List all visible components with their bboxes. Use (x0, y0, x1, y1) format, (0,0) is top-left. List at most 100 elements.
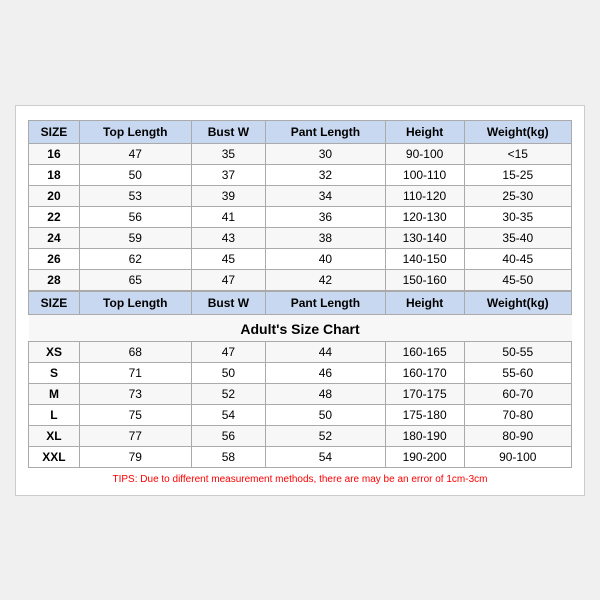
table-cell: 18 (29, 164, 80, 185)
table-cell: 170-175 (385, 383, 464, 404)
table-cell: 60-70 (464, 383, 571, 404)
table-row: XS684744160-16550-55 (29, 341, 572, 362)
children-size-table: SIZE Top Length Bust W Pant Length Heigh… (28, 120, 572, 291)
table-row: XXL795854190-20090-100 (29, 446, 572, 467)
table-cell: 90-100 (385, 143, 464, 164)
table-cell: 52 (191, 383, 266, 404)
children-col-pant-length: Pant Length (266, 120, 386, 143)
table-cell: 180-190 (385, 425, 464, 446)
table-cell: 45 (191, 248, 266, 269)
table-cell: XXL (29, 446, 80, 467)
table-cell: 47 (79, 143, 191, 164)
table-cell: 41 (191, 206, 266, 227)
table-row: 18503732100-11015-25 (29, 164, 572, 185)
table-row: L755450175-18070-80 (29, 404, 572, 425)
table-cell: 71 (79, 362, 191, 383)
table-cell: 54 (191, 404, 266, 425)
table-cell: 50-55 (464, 341, 571, 362)
table-cell: 75 (79, 404, 191, 425)
chart-container: SIZE Top Length Bust W Pant Length Heigh… (15, 105, 585, 496)
children-header-row: SIZE Top Length Bust W Pant Length Heigh… (29, 120, 572, 143)
table-cell: 32 (266, 164, 386, 185)
table-cell: 16 (29, 143, 80, 164)
table-cell: 190-200 (385, 446, 464, 467)
table-row: 1647353090-100<15 (29, 143, 572, 164)
table-cell: 120-130 (385, 206, 464, 227)
adults-col-size: SIZE (29, 291, 80, 314)
table-cell: 50 (191, 362, 266, 383)
adults-col-weight: Weight(kg) (464, 291, 571, 314)
children-col-bust: Bust W (191, 120, 266, 143)
table-cell: 59 (79, 227, 191, 248)
table-cell: 25-30 (464, 185, 571, 206)
adults-col-pant-length: Pant Length (266, 291, 386, 314)
table-cell: 15-25 (464, 164, 571, 185)
children-col-height: Height (385, 120, 464, 143)
table-cell: 110-120 (385, 185, 464, 206)
table-cell: S (29, 362, 80, 383)
table-cell: 58 (191, 446, 266, 467)
table-cell: 22 (29, 206, 80, 227)
table-cell: 38 (266, 227, 386, 248)
tips-text: TIPS: Due to different measurement metho… (28, 474, 572, 485)
table-cell: 50 (79, 164, 191, 185)
table-cell: <15 (464, 143, 571, 164)
table-cell: 36 (266, 206, 386, 227)
adults-header-row: SIZE Top Length Bust W Pant Length Heigh… (29, 291, 572, 314)
table-cell: M (29, 383, 80, 404)
adults-size-table: Adult's Size Chart SIZE Top Length Bust … (28, 291, 572, 468)
adults-col-height: Height (385, 291, 464, 314)
table-cell: 62 (79, 248, 191, 269)
table-row: 24594338130-14035-40 (29, 227, 572, 248)
table-row: 28654742150-16045-50 (29, 269, 572, 290)
table-cell: 73 (79, 383, 191, 404)
table-cell: 50 (266, 404, 386, 425)
table-cell: 37 (191, 164, 266, 185)
table-cell: 47 (191, 269, 266, 290)
table-row: XL775652180-19080-90 (29, 425, 572, 446)
table-cell: 160-165 (385, 341, 464, 362)
table-row: 20533934110-12025-30 (29, 185, 572, 206)
table-cell: 160-170 (385, 362, 464, 383)
table-cell: XL (29, 425, 80, 446)
table-row: 26624540140-15040-45 (29, 248, 572, 269)
children-col-top-length: Top Length (79, 120, 191, 143)
table-cell: 90-100 (464, 446, 571, 467)
table-cell: 39 (191, 185, 266, 206)
adults-col-top-length: Top Length (79, 291, 191, 314)
table-cell: 53 (79, 185, 191, 206)
table-cell: 45-50 (464, 269, 571, 290)
table-cell: 40-45 (464, 248, 571, 269)
table-cell: 47 (191, 341, 266, 362)
table-cell: 130-140 (385, 227, 464, 248)
table-cell: 30 (266, 143, 386, 164)
children-col-weight: Weight(kg) (464, 120, 571, 143)
adults-chart-title: Adult's Size Chart (29, 314, 572, 341)
table-cell: 79 (79, 446, 191, 467)
table-cell: 70-80 (464, 404, 571, 425)
table-cell: 100-110 (385, 164, 464, 185)
table-cell: 46 (266, 362, 386, 383)
table-cell: 26 (29, 248, 80, 269)
table-cell: 30-35 (464, 206, 571, 227)
table-cell: 35-40 (464, 227, 571, 248)
table-row: M735248170-17560-70 (29, 383, 572, 404)
table-cell: 52 (266, 425, 386, 446)
table-cell: 44 (266, 341, 386, 362)
table-row: S715046160-17055-60 (29, 362, 572, 383)
table-cell: 68 (79, 341, 191, 362)
table-cell: 55-60 (464, 362, 571, 383)
table-cell: XS (29, 341, 80, 362)
table-cell: 54 (266, 446, 386, 467)
table-cell: 48 (266, 383, 386, 404)
table-cell: 77 (79, 425, 191, 446)
table-cell: 65 (79, 269, 191, 290)
table-cell: 140-150 (385, 248, 464, 269)
table-cell: L (29, 404, 80, 425)
table-cell: 35 (191, 143, 266, 164)
table-cell: 24 (29, 227, 80, 248)
table-cell: 28 (29, 269, 80, 290)
table-cell: 40 (266, 248, 386, 269)
table-cell: 56 (191, 425, 266, 446)
table-cell: 42 (266, 269, 386, 290)
